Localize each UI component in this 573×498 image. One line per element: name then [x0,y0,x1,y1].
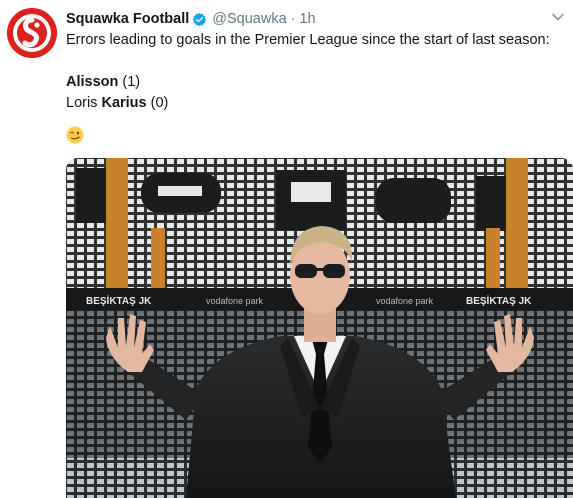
chevron-down-icon[interactable] [551,10,565,24]
tweet-photo[interactable]: BEŞİKTAŞ JK vodafone park vodafone park … [66,158,573,498]
banner-text-2: BEŞİKTAŞ JK [466,294,532,307]
tweet-line-karius: Loris Karius (0) [66,93,550,114]
header-separator: · [290,11,296,27]
player-lastname-karius: Karius [101,95,147,111]
smirking-wink-emoji-icon [66,126,84,144]
tweet-text: Errors leading to goals in the Premier L… [66,30,550,114]
tweet-intro: Errors leading to goals in the Premier L… [66,32,550,48]
tweet-header: Squawka Football @Squawka · 1h [66,9,316,29]
tweet-line-alisson: Alisson (1) [66,72,550,93]
verified-badge-icon [192,12,207,27]
banner-text: BEŞİKTAŞ JK [86,294,152,307]
stadium-photo: BEŞİKTAŞ JK vodafone park vodafone park … [66,158,573,498]
banner-text-sponsor-2: vodafone park [376,296,434,306]
player-name-alisson: Alisson [66,74,119,90]
author-name[interactable]: Squawka Football [66,11,189,27]
author-handle[interactable]: @Squawka [212,11,286,27]
player-firstname-karius: Loris [66,95,102,111]
tweet-timestamp[interactable]: 1h [299,11,315,27]
avatar[interactable] [7,8,57,58]
banner-text-sponsor: vodafone park [206,296,264,306]
squawka-logo-icon [7,8,57,58]
tweet-card[interactable]: Squawka Football @Squawka · 1h Errors le… [0,0,573,498]
player-count-alisson: (1) [118,74,141,90]
player-count-karius: (0) [146,95,169,111]
